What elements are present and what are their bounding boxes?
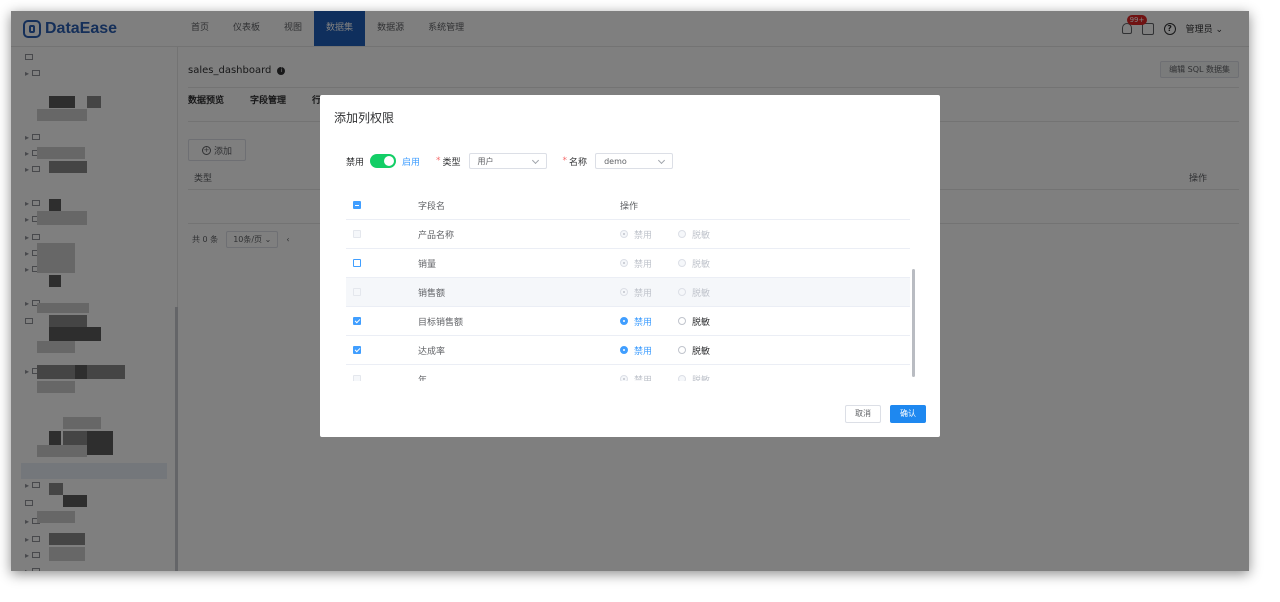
enable-label: 启用 (402, 157, 421, 168)
table-row: 产品名称 禁用 脱敏 (346, 220, 910, 249)
field-name: 销量 (418, 259, 437, 270)
radio-dot (620, 346, 628, 354)
field-name: 年 (418, 375, 428, 382)
radio-disable[interactable]: 禁用 (620, 228, 652, 241)
field-name: 达成率 (418, 346, 446, 357)
radio-mask[interactable]: 脱敏 (678, 344, 710, 357)
row-checkbox[interactable] (353, 288, 361, 296)
field-name: 销售额 (418, 288, 446, 299)
radio-dot (678, 375, 687, 381)
radio-dot (620, 230, 628, 238)
op-radios: 禁用 脱敏 (620, 286, 710, 299)
table-row: 达成率 禁用 脱敏 (346, 336, 910, 365)
table-row: 销售额 禁用 脱敏 (346, 278, 910, 307)
cancel-button[interactable]: 取消 (845, 405, 881, 423)
table-row: 销量 禁用 脱敏 (346, 249, 910, 278)
field-permission-table: 字段名 操作 产品名称 禁用 脱敏 销量 禁用 脱敏 销售额 禁用 脱敏 目标销… (346, 191, 910, 381)
select-all-checkbox[interactable] (353, 201, 361, 209)
name-label: 名称 (569, 157, 588, 168)
required-mark: * (562, 156, 568, 166)
field-name: 目标销售额 (418, 317, 464, 328)
type-value: 用户 (477, 156, 494, 166)
row-checkbox[interactable] (353, 259, 361, 267)
radio-disable[interactable]: 禁用 (620, 286, 652, 299)
radio-mask[interactable]: 脱敏 (678, 286, 710, 299)
radio-disable[interactable]: 禁用 (620, 344, 652, 357)
radio-dot (678, 288, 687, 296)
name-value: demo (604, 156, 627, 166)
add-column-permission-dialog: 添加列权限 禁用 启用 * 类型 用户 * 名称 demo 字段名 操作 产品名… (320, 95, 940, 437)
name-select[interactable]: demo (595, 153, 674, 169)
radio-dot (678, 317, 687, 325)
radio-dot (620, 317, 628, 325)
table-scrollbar[interactable] (912, 269, 915, 377)
type-select[interactable]: 用户 (468, 153, 547, 169)
radio-dot (620, 375, 628, 381)
radio-mask[interactable]: 脱敏 (678, 315, 710, 328)
dialog-title: 添加列权限 (334, 111, 395, 125)
table-header-row: 字段名 操作 (346, 191, 910, 220)
radio-mask[interactable]: 脱敏 (678, 228, 710, 241)
app-window: DataEase 首页 仪表板 视图 数据集 数据源 系统管理 99+ ? 管理… (11, 11, 1249, 571)
field-name-header: 字段名 (418, 201, 446, 212)
radio-disable[interactable]: 禁用 (620, 315, 652, 328)
op-radios: 禁用 脱敏 (620, 344, 710, 357)
radio-dot (620, 259, 628, 267)
radio-dot (678, 230, 687, 238)
confirm-button[interactable]: 确认 (890, 405, 926, 423)
radio-dot (678, 346, 687, 354)
op-radios: 禁用 脱敏 (620, 257, 710, 270)
disable-label: 禁用 (346, 157, 365, 168)
table-row: 目标销售额 禁用 脱敏 (346, 307, 910, 336)
radio-disable[interactable]: 禁用 (620, 257, 652, 270)
row-checkbox[interactable] (353, 375, 361, 381)
radio-dot (678, 259, 687, 267)
row-checkbox[interactable] (353, 317, 361, 325)
type-label: 类型 (442, 157, 461, 168)
op-radios: 禁用 脱敏 (620, 373, 710, 381)
row-checkbox[interactable] (353, 230, 361, 238)
op-header: 操作 (620, 201, 639, 212)
radio-disable[interactable]: 禁用 (620, 373, 652, 381)
row-checkbox[interactable] (353, 346, 361, 354)
radio-mask[interactable]: 脱敏 (678, 257, 710, 270)
dialog-filters: 禁用 启用 * 类型 用户 * 名称 demo (346, 153, 689, 169)
table-row: 年 禁用 脱敏 (346, 365, 910, 381)
chevron-down-icon (658, 156, 666, 164)
op-radios: 禁用 脱敏 (620, 315, 710, 328)
chevron-down-icon (531, 156, 539, 164)
radio-mask[interactable]: 脱敏 (678, 373, 710, 381)
op-radios: 禁用 脱敏 (620, 228, 710, 241)
radio-dot (620, 288, 628, 296)
field-name: 产品名称 (418, 230, 455, 241)
required-mark: * (436, 156, 441, 166)
enable-toggle[interactable] (370, 154, 397, 168)
